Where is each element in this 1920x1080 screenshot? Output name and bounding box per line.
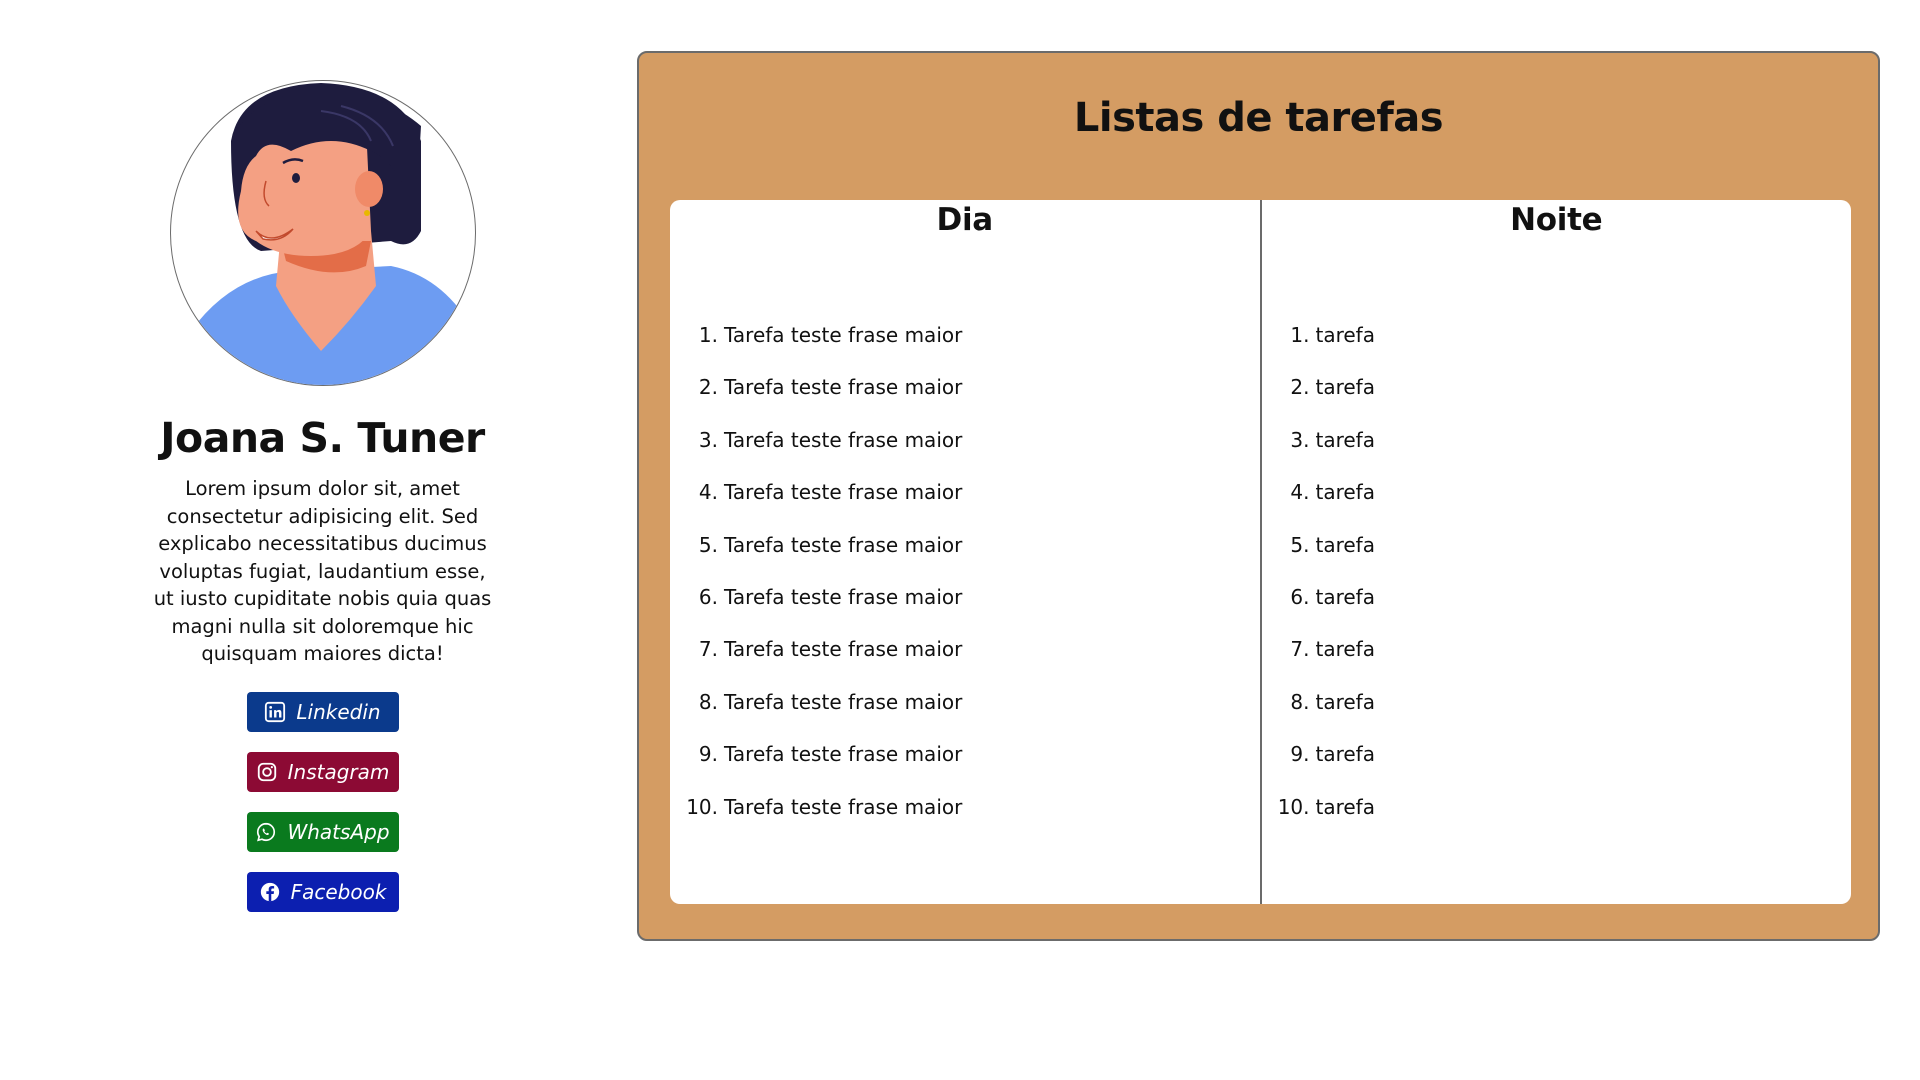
list-item-number: 7. xyxy=(698,637,718,662)
list-item-number: 5. xyxy=(698,532,718,557)
list-item-number: 2. xyxy=(698,375,718,400)
list-item-text: Tarefa teste frase maior xyxy=(724,742,963,767)
list-item-number: 9. xyxy=(698,742,718,767)
list-item: 10. Tarefa teste frase maior xyxy=(670,795,962,847)
list-item-number: 8. xyxy=(698,689,718,714)
list-item-number: 7. xyxy=(1290,637,1310,662)
list-item-number: 4. xyxy=(1290,480,1310,505)
task-lists-card: Listas de tarefas Dia 1. Tarefa teste fra… xyxy=(637,51,1880,941)
profile-bio: Lorem ipsum dolor sit, amet consectetur … xyxy=(153,477,492,666)
day-column: Dia 1. Tarefa teste frase maior 2. Tarefa t… xyxy=(670,200,1262,904)
list-item-text: tarefa xyxy=(1315,427,1375,452)
facebook-label: Facebook xyxy=(290,879,387,904)
list-item-text: Tarefa teste frase maior xyxy=(724,427,963,452)
list-item-text: Tarefa teste frase maior xyxy=(724,584,963,609)
night-task-list: 1. tarefa 2. tarefa 3. tarefa 4. tarefa 5. tarefa… xyxy=(1262,323,1375,847)
list-item-text: tarefa xyxy=(1315,742,1375,767)
list-item: 2. Tarefa teste frase maior xyxy=(670,375,962,427)
list-item: 3. Tarefa teste frase maior xyxy=(670,428,962,480)
list-item: 10. tarefa xyxy=(1262,795,1375,847)
night-title: Noite xyxy=(1510,202,1603,238)
list-item-text: tarefa xyxy=(1315,794,1375,819)
whatsapp-icon xyxy=(255,821,277,843)
list-item-number: 10. xyxy=(1277,794,1310,819)
list-item: 4. tarefa xyxy=(1262,480,1375,532)
list-item-number: 1. xyxy=(1290,323,1310,347)
list-item: 5. tarefa xyxy=(1262,533,1375,585)
list-item: 6. Tarefa teste frase maior xyxy=(670,585,962,637)
whatsapp-button[interactable]: WhatsApp xyxy=(246,811,399,852)
list-item: 3. tarefa xyxy=(1262,428,1375,480)
list-item-text: tarefa xyxy=(1315,375,1375,400)
list-item-text: Tarefa teste frase maior xyxy=(724,689,963,714)
list-item-number: 1. xyxy=(698,323,718,347)
facebook-button[interactable]: Facebook xyxy=(246,871,399,912)
linkedin-icon xyxy=(264,701,286,723)
linkedin-label: Linkedin xyxy=(296,699,381,724)
list-item-text: tarefa xyxy=(1315,532,1375,557)
list-item: 2. tarefa xyxy=(1262,375,1375,427)
whatsapp-label: WhatsApp xyxy=(287,819,390,844)
list-item: 1. Tarefa teste frase maior xyxy=(670,323,962,375)
list-item: 5. Tarefa teste frase maior xyxy=(670,533,962,585)
instagram-label: Instagram xyxy=(287,759,390,784)
list-item: 6. tarefa xyxy=(1262,585,1375,637)
list-item-number: 9. xyxy=(1290,742,1310,767)
list-item: 8. tarefa xyxy=(1262,690,1375,742)
list-item-text: tarefa xyxy=(1315,637,1375,662)
list-item: 4. Tarefa teste frase maior xyxy=(670,480,962,532)
list-item-number: 2. xyxy=(1290,375,1310,400)
instagram-icon xyxy=(256,761,278,783)
list-item-text: tarefa xyxy=(1315,480,1375,505)
list-item: 9. Tarefa teste frase maior xyxy=(670,742,962,794)
night-column: Noite 1. tarefa 2. tarefa 3. tarefa 4. tarefa 5.… xyxy=(1262,200,1852,904)
instagram-button[interactable]: Instagram xyxy=(246,751,399,792)
list-item-number: 3. xyxy=(1290,427,1310,452)
list-item-text: tarefa xyxy=(1315,584,1375,609)
list-item-text: Tarefa teste frase maior xyxy=(724,480,963,505)
list-item: 8. Tarefa teste frase maior xyxy=(670,690,962,742)
list-item: 1. tarefa xyxy=(1262,323,1375,375)
list-item-text: Tarefa teste frase maior xyxy=(724,323,963,347)
list-item-number: 3. xyxy=(698,427,718,452)
list-item: 7. Tarefa teste frase maior xyxy=(670,637,962,689)
list-item-text: Tarefa teste frase maior xyxy=(724,375,963,400)
avatar xyxy=(169,80,476,386)
list-item-text: Tarefa teste frase maior xyxy=(724,532,963,557)
list-item-text: tarefa xyxy=(1315,323,1375,347)
linkedin-button[interactable]: Linkedin xyxy=(246,691,399,732)
list-item: 9. tarefa xyxy=(1262,742,1375,794)
day-task-list: 1. Tarefa teste frase maior 2. Tarefa teste… xyxy=(670,323,962,847)
list-item-text: tarefa xyxy=(1315,689,1375,714)
task-lists-title: Listas de tarefas xyxy=(1073,95,1444,141)
list-item-number: 6. xyxy=(1290,584,1310,609)
woman-avatar-illustration xyxy=(170,83,475,385)
list-item-number: 8. xyxy=(1290,689,1310,714)
list-item-number: 5. xyxy=(1290,532,1310,557)
facebook-icon xyxy=(259,881,281,903)
list-item-number: 4. xyxy=(698,480,718,505)
list-item-text: Tarefa teste frase maior xyxy=(724,637,963,662)
profile-name: Joana S. Tuner xyxy=(160,414,485,462)
list-item-text: Tarefa teste frase maior xyxy=(724,794,963,819)
list-item: 7. tarefa xyxy=(1262,637,1375,689)
list-item-number: 10. xyxy=(686,794,718,819)
social-links: Linkedin Instagram WhatsApp Facebook xyxy=(246,691,399,912)
profile-card: Joana S. Tuner Lorem ipsum dolor sit, am… xyxy=(130,80,515,912)
list-item-number: 6. xyxy=(698,584,718,609)
day-title: Dia xyxy=(936,202,994,238)
task-lists-panel: Dia 1. Tarefa teste frase maior 2. Tarefa t… xyxy=(670,200,1851,904)
